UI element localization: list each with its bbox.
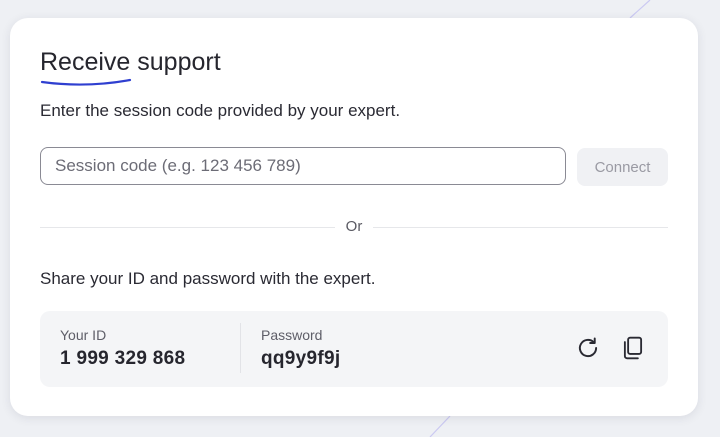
your-id-label: Your ID (60, 327, 107, 343)
receive-support-card: Receive support Enter the session code p… (10, 18, 698, 416)
refresh-icon (578, 337, 598, 358)
share-instructions: Share your ID and password with the expe… (40, 269, 376, 288)
password-block: Password qq9y9f9j (261, 327, 341, 370)
password-value: qq9y9f9j (261, 348, 341, 369)
your-id-block: Your ID 1 999 329 868 (60, 327, 185, 370)
connect-button[interactable]: Connect (577, 148, 668, 186)
page-title: Receive support (40, 48, 221, 76)
copy-icon (623, 336, 643, 360)
your-id-value: 1 999 329 868 (60, 348, 186, 369)
session-code-input[interactable] (40, 147, 566, 185)
session-instructions: Enter the session code provided by your … (40, 101, 401, 120)
credentials-panel: Your ID 1 999 329 868 Password qq9y9f9j (40, 311, 668, 387)
copy-credentials-button[interactable] (618, 333, 648, 363)
title-underline-decoration (40, 78, 132, 86)
password-label: Password (261, 327, 323, 343)
credentials-separator (240, 323, 241, 373)
refresh-password-button[interactable] (573, 333, 603, 363)
divider-or-label: Or (335, 218, 373, 235)
